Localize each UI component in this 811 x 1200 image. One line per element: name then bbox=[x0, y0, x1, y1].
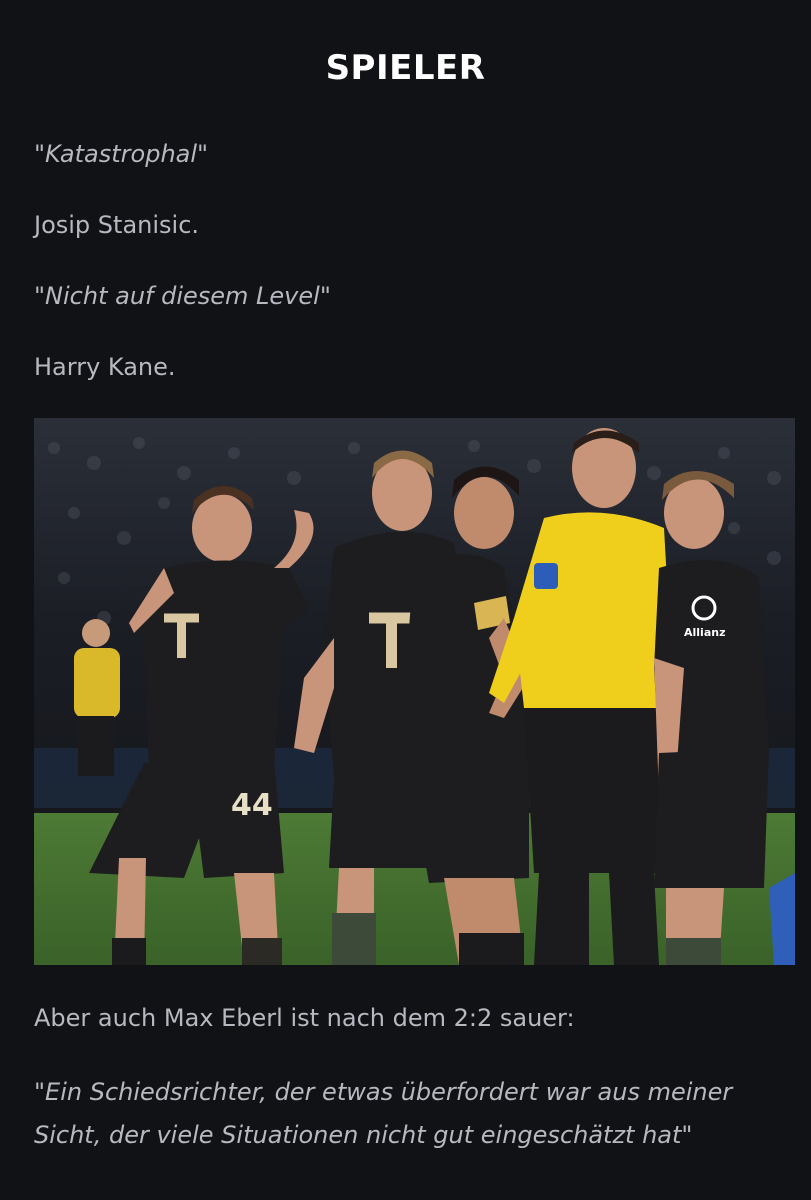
quote-eberl: "Ein Schiedsrichter, der etwas überforde… bbox=[34, 1078, 733, 1149]
intro-text-eberl: Aber auch Max Eberl ist nach dem 2:2 sau… bbox=[34, 1004, 575, 1032]
jersey-number: 44 bbox=[231, 788, 273, 823]
partner-logo: Allianz bbox=[684, 626, 725, 639]
attribution-kane: Harry Kane. bbox=[34, 353, 176, 381]
attribution-stanisic: Josip Stanisic. bbox=[34, 211, 200, 239]
quote-kane: "Nicht auf diesem Level" bbox=[34, 282, 331, 310]
match-photo-illustration: 44 T Allianz bbox=[34, 418, 795, 965]
section-title: SPIELER bbox=[325, 48, 486, 88]
match-photo: 44 T Allianz bbox=[34, 418, 795, 965]
quote-stanisic: "Katastrophal" bbox=[34, 140, 209, 168]
